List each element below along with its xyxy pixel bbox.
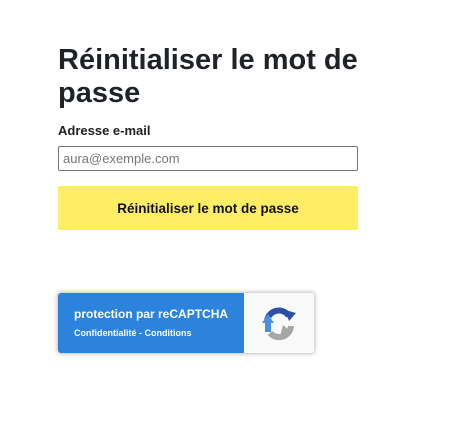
recaptcha-title: protection par reCAPTCHA xyxy=(74,307,244,321)
reset-password-page: Réinitialiser le mot de passe Adresse e-… xyxy=(0,0,456,437)
recaptcha-logo-panel[interactable] xyxy=(244,293,314,353)
recaptcha-info-panel: protection par reCAPTCHA Confidentialité… xyxy=(58,293,244,353)
terms-link[interactable]: Conditions xyxy=(145,328,192,338)
email-field[interactable] xyxy=(58,146,358,171)
link-separator: - xyxy=(136,328,145,338)
recaptcha-badge[interactable]: protection par reCAPTCHA Confidentialité… xyxy=(58,293,314,353)
recaptcha-brand: reCAPTCHA xyxy=(158,307,229,321)
recaptcha-title-prefix: protection par xyxy=(74,307,159,321)
recaptcha-logo-icon xyxy=(262,307,296,341)
privacy-link[interactable]: Confidentialité xyxy=(74,328,137,338)
recaptcha-links: Confidentialité - Conditions xyxy=(74,327,244,339)
reset-password-button[interactable]: Réinitialiser le mot de passe xyxy=(58,186,358,230)
email-label: Adresse e-mail xyxy=(58,123,151,138)
page-title: Réinitialiser le mot de passe xyxy=(58,44,358,109)
